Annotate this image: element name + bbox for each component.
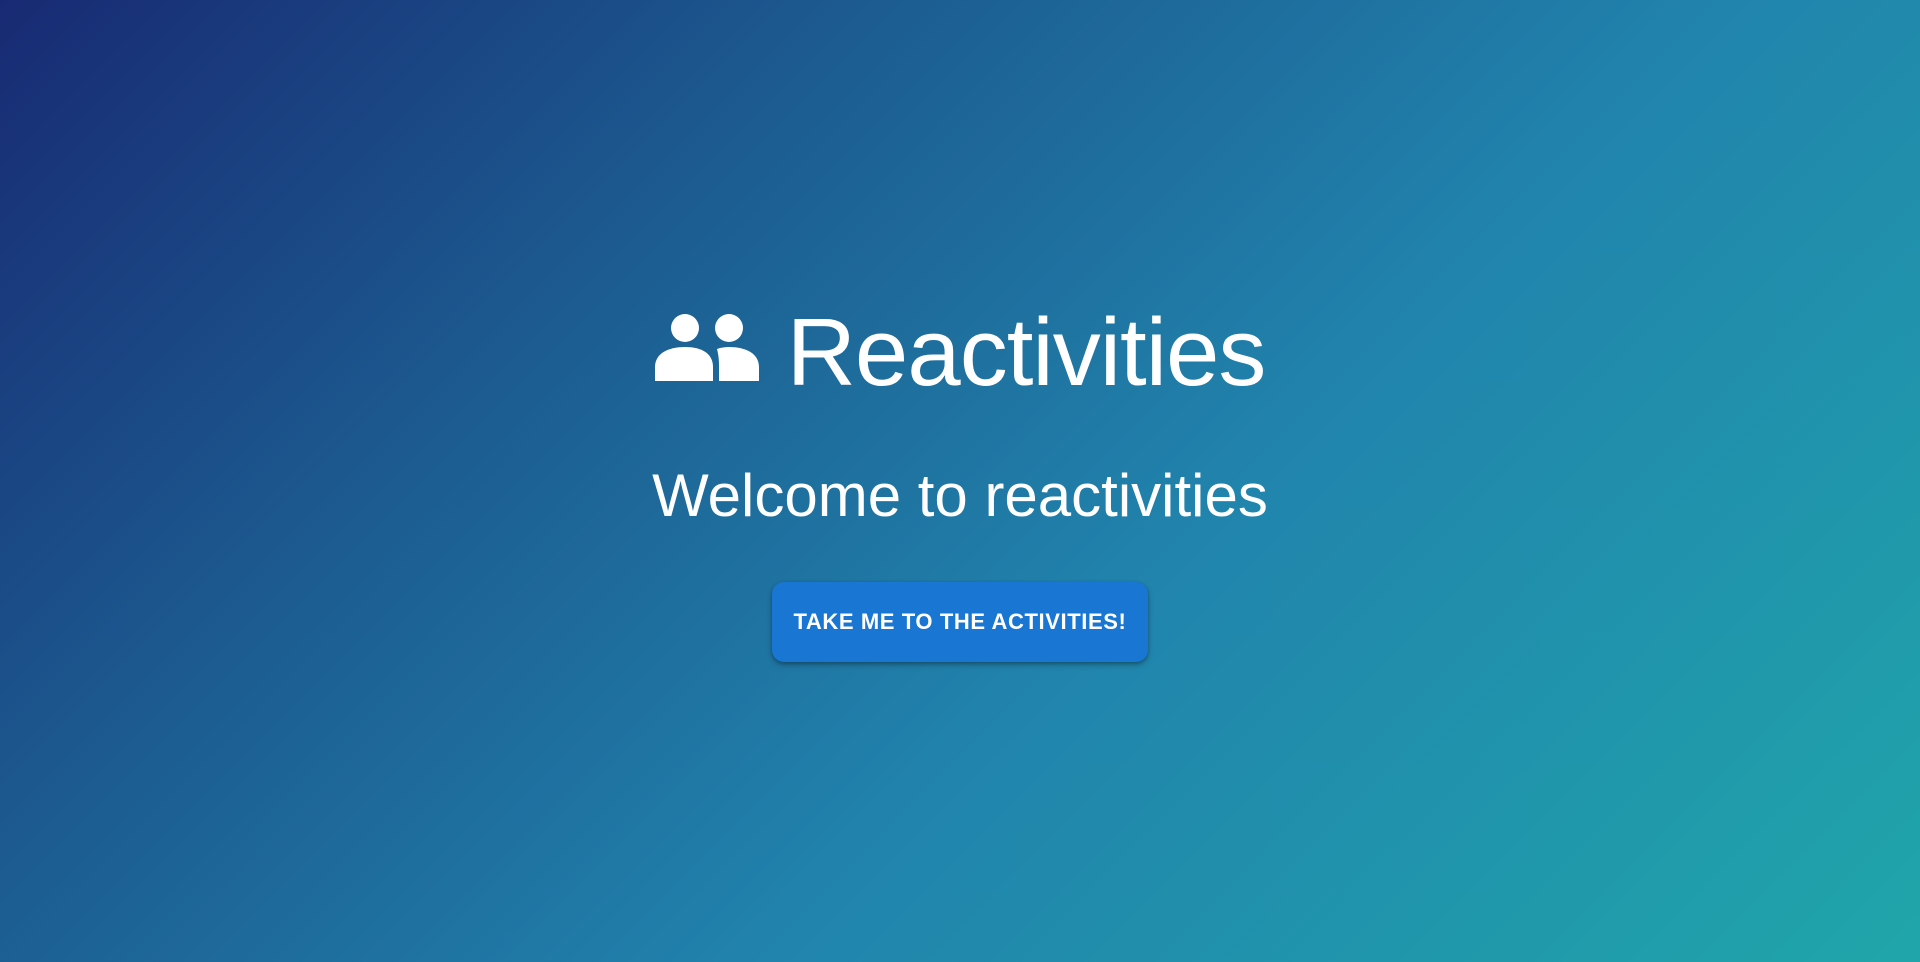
take-me-to-activities-button[interactable]: TAKE ME TO THE ACTIVITIES! <box>771 582 1149 662</box>
welcome-heading: Welcome to reactivities <box>652 462 1268 529</box>
group-icon <box>654 301 759 405</box>
app-title: Reactivities <box>786 299 1267 406</box>
cta-container: TAKE ME TO THE ACTIVITIES! <box>0 582 1920 662</box>
landing-hero: Reactivities Welcome to reactivities TAK… <box>0 0 1920 962</box>
brand-header: Reactivities <box>0 298 1920 408</box>
